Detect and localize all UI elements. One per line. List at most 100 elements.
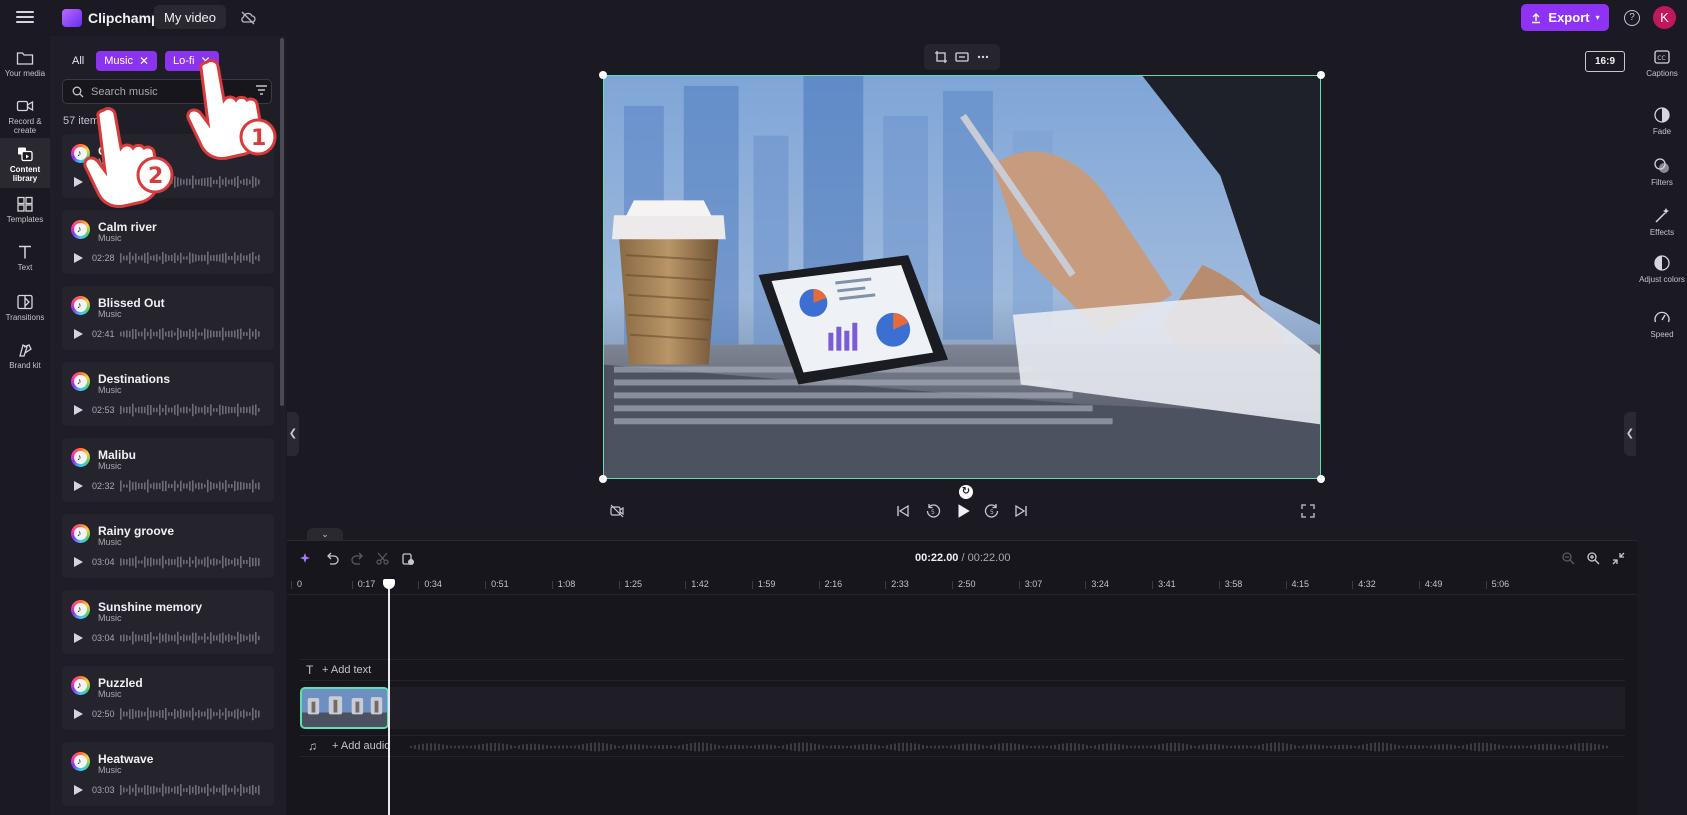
track-duration: 02:53: [92, 405, 115, 415]
music-track-item[interactable]: ♪ Blissed Out Music 02:41: [62, 286, 274, 350]
add-audio-button[interactable]: + Add audio: [332, 740, 390, 752]
video-preview[interactable]: [603, 75, 1321, 479]
clipchamp-logo-icon: [62, 9, 82, 27]
avatar[interactable]: K: [1653, 6, 1676, 29]
panel-captions[interactable]: CC Captions: [1637, 48, 1687, 78]
play-icon[interactable]: [74, 481, 83, 491]
music-track-item[interactable]: ♪ Calm river Music 02:28: [62, 210, 274, 274]
panel-filters[interactable]: Filters: [1637, 157, 1687, 187]
panel-fade[interactable]: Fade: [1637, 106, 1687, 136]
nav-your-media[interactable]: Your media: [0, 42, 50, 90]
chevron-down-icon: ▾: [1595, 13, 1600, 22]
waveform: [120, 631, 260, 645]
skip-back-icon[interactable]: [895, 503, 911, 519]
nav-record-create[interactable]: Record & create: [0, 90, 50, 138]
rotate-handle-icon[interactable]: ↻: [959, 485, 973, 499]
waveform: [120, 479, 260, 493]
project-name-field[interactable]: My video: [154, 5, 227, 29]
collapse-right-panel-button[interactable]: ❮: [1624, 412, 1636, 456]
forward-5-icon[interactable]: 5: [984, 503, 1000, 519]
music-track-item[interactable]: ♪ Destinations Music 02:53: [62, 362, 274, 426]
zoom-in-icon[interactable]: [1586, 551, 1601, 566]
play-icon[interactable]: [74, 709, 83, 719]
help-icon[interactable]: ?: [1624, 10, 1640, 26]
fullscreen-icon[interactable]: [1300, 503, 1316, 519]
timeline-ruler[interactable]: 0 0:17 0:34 0:51 1:08 1:25 1:42 1:59 2:16 2:33 2:5…: [287, 575, 1637, 595]
play-icon[interactable]: [74, 785, 83, 795]
speed-icon: [1654, 311, 1670, 323]
clip-thumbnail-image: [302, 689, 387, 727]
panel-speed[interactable]: Speed: [1637, 309, 1687, 339]
audio-track[interactable]: ♫ + Add audio: [300, 735, 1625, 757]
resize-handle-tl[interactable]: [599, 71, 607, 79]
add-text-button[interactable]: + Add text: [322, 664, 371, 676]
chip-music[interactable]: Music ✕: [96, 51, 158, 71]
timeline-collapse-button[interactable]: ⌄: [307, 528, 343, 540]
nav-text[interactable]: Text: [0, 236, 50, 284]
track-title: Sunshine memory: [98, 600, 203, 614]
floating-toolbar: [924, 44, 1000, 70]
nav-brand-kit[interactable]: Brand kit: [0, 334, 50, 382]
panel-effects[interactable]: Effects: [1637, 207, 1687, 237]
ruler-tick-label: 5:06: [1485, 579, 1510, 589]
fit-timeline-icon[interactable]: [1611, 551, 1626, 566]
music-track-item[interactable]: ♪ Heatwave Music 03:03: [62, 742, 274, 806]
text-track[interactable]: T + Add text: [300, 659, 1625, 681]
video-clip[interactable]: [300, 687, 389, 729]
undo-icon[interactable]: [325, 551, 340, 566]
play-icon[interactable]: [74, 405, 83, 415]
video-track[interactable]: [300, 687, 1625, 729]
nav-transitions[interactable]: Transitions: [0, 286, 50, 334]
music-track-item[interactable]: ♪ Malibu Music 02:32: [62, 438, 274, 502]
magic-icon[interactable]: [298, 551, 313, 566]
zoom-out-icon[interactable]: [1561, 551, 1576, 566]
close-icon[interactable]: ✕: [139, 55, 149, 67]
delete-icon[interactable]: [400, 551, 415, 566]
scissors-icon[interactable]: [375, 551, 390, 566]
transitions-icon: [17, 294, 33, 310]
ruler-tick-label: 2:50: [952, 579, 976, 589]
skip-forward-icon[interactable]: [1013, 503, 1029, 519]
music-track-item[interactable]: ♪ Puzzled Music 02:50: [62, 666, 274, 730]
play-icon[interactable]: [74, 253, 83, 263]
hide-camera-icon[interactable]: [609, 503, 625, 519]
play-icon[interactable]: [74, 557, 83, 567]
waveform: [120, 251, 260, 265]
crop-icon[interactable]: [934, 50, 948, 64]
top-bar: Clipchamp My video Export ▾ ? K: [0, 0, 1687, 36]
fit-icon[interactable]: [955, 50, 969, 64]
music-note-icon: ♪: [71, 676, 90, 695]
rewind-5-icon[interactable]: 5: [925, 503, 941, 519]
play-icon[interactable]: [954, 502, 972, 520]
resize-handle-tr[interactable]: [1317, 71, 1325, 79]
redo-icon[interactable]: [350, 551, 365, 566]
track-title: Malibu: [98, 448, 136, 462]
resize-handle-br[interactable]: [1317, 475, 1325, 483]
nav-label: Transitions: [5, 313, 45, 322]
filter-all[interactable]: All: [68, 53, 88, 69]
nav-templates[interactable]: Templates: [0, 188, 50, 236]
track-title: Calm river: [98, 220, 157, 234]
more-icon[interactable]: [976, 50, 990, 64]
play-icon[interactable]: [74, 329, 83, 339]
left-nav: Your media Record & create Content libra…: [0, 36, 50, 815]
upload-icon: [1532, 12, 1541, 23]
play-icon[interactable]: [74, 633, 83, 643]
nav-content-library[interactable]: Content library: [0, 138, 50, 188]
panel-label: Captions: [1646, 69, 1678, 78]
svg-text:5: 5: [931, 509, 935, 516]
aspect-ratio-button[interactable]: 16:9: [1585, 51, 1625, 72]
ruler-tick-label: 4:49: [1419, 579, 1443, 589]
panel-adjust-colors[interactable]: Adjust colors: [1637, 254, 1687, 284]
music-track-item[interactable]: ♪ Sunshine memory Music 03:04: [62, 590, 274, 654]
export-button[interactable]: Export ▾: [1521, 4, 1609, 31]
chip-label: Music: [104, 55, 133, 67]
ruler-tick-label: 1:59: [752, 579, 776, 589]
collapse-left-panel-button[interactable]: ❮: [287, 412, 299, 456]
cloud-off-icon[interactable]: [239, 9, 257, 27]
nav-label: Text: [17, 263, 33, 272]
playhead[interactable]: [383, 579, 395, 815]
effects-icon: [1655, 208, 1669, 223]
resize-handle-bl[interactable]: [599, 475, 607, 483]
hamburger-menu-icon[interactable]: [16, 8, 34, 26]
